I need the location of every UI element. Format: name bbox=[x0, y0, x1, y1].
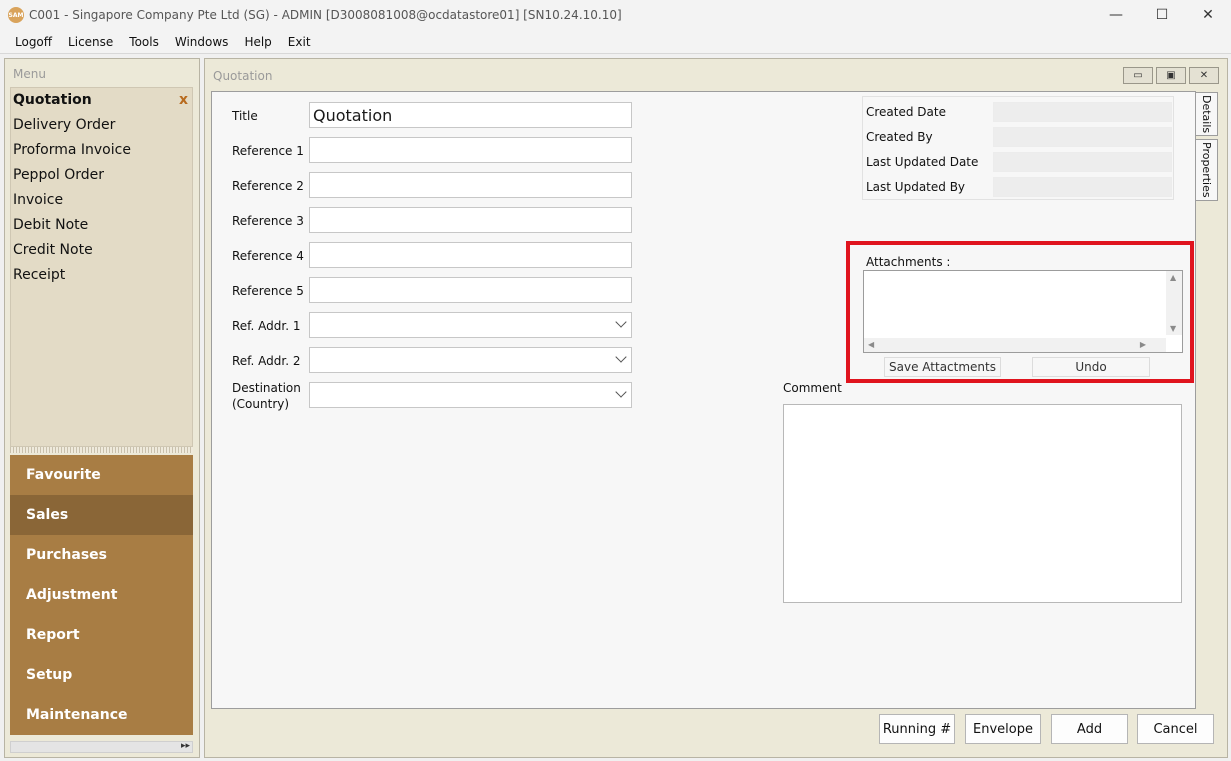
reference-5-label: Reference 5 bbox=[232, 284, 304, 298]
reference-3-input[interactable] bbox=[309, 207, 632, 233]
left-menu-panel: Menu Quotation x Delivery Order Proforma… bbox=[4, 58, 200, 758]
ref-addr-2-select[interactable] bbox=[309, 347, 632, 373]
mdi-minimize-icon[interactable]: ▭ bbox=[1123, 67, 1153, 84]
tab-details[interactable]: Details bbox=[1196, 92, 1218, 136]
maximize-icon[interactable]: ☐ bbox=[1139, 0, 1185, 30]
attachments-hscrollbar[interactable]: ◀ ▶ bbox=[864, 338, 1166, 352]
app-logo-icon: SAM bbox=[8, 7, 24, 23]
last-updated-date-label: Last Updated Date bbox=[866, 155, 979, 169]
running-number-button[interactable]: Running # bbox=[879, 714, 955, 744]
title-input[interactable]: Quotation bbox=[309, 102, 632, 128]
attachments-vscrollbar[interactable]: ▲ ▼ bbox=[1166, 271, 1182, 335]
menu-logoff[interactable]: Logoff bbox=[7, 30, 60, 54]
bottom-action-bar: Running # Envelope Add Cancel bbox=[211, 711, 1221, 753]
reference-3-label: Reference 3 bbox=[232, 214, 304, 228]
last-updated-date-field bbox=[993, 152, 1172, 172]
left-panel-header: Menu bbox=[13, 67, 46, 81]
scroll-right-icon[interactable]: ▸▸ bbox=[181, 741, 190, 751]
title-bar: SAM C001 - Singapore Company Pte Ltd (SG… bbox=[0, 0, 1231, 30]
reference-4-input[interactable] bbox=[309, 242, 632, 268]
scroll-left-icon[interactable]: ◀ bbox=[868, 340, 874, 349]
ref-addr-1-label: Ref. Addr. 1 bbox=[232, 319, 301, 333]
cancel-button[interactable]: Cancel bbox=[1137, 714, 1214, 744]
mdi-restore-icon[interactable]: ▣ bbox=[1156, 67, 1186, 84]
window-header: Quotation ▭ ▣ ✕ bbox=[205, 59, 1227, 89]
close-icon[interactable]: ✕ bbox=[1185, 0, 1231, 30]
close-tab-icon[interactable]: x bbox=[179, 88, 188, 113]
scroll-right-icon[interactable]: ▶ bbox=[1140, 340, 1146, 349]
title-input-value: Quotation bbox=[313, 105, 393, 125]
add-button[interactable]: Add bbox=[1051, 714, 1128, 744]
nav-item-receipt[interactable]: Receipt bbox=[11, 263, 192, 288]
nav-item-quotation[interactable]: Quotation x bbox=[11, 88, 192, 113]
window-controls: — ☐ ✕ bbox=[1093, 0, 1231, 30]
nav-item-credit-note[interactable]: Credit Note bbox=[11, 238, 192, 263]
category-sales[interactable]: Sales bbox=[10, 495, 193, 535]
nav-item-invoice[interactable]: Invoice bbox=[11, 188, 192, 213]
minimize-icon[interactable]: — bbox=[1093, 0, 1139, 30]
reference-2-label: Reference 2 bbox=[232, 179, 304, 193]
menu-exit[interactable]: Exit bbox=[280, 30, 319, 54]
nav-item-label: Quotation bbox=[13, 92, 92, 108]
created-by-label: Created By bbox=[866, 130, 933, 144]
destination-country-select[interactable] bbox=[309, 382, 632, 408]
last-updated-by-label: Last Updated By bbox=[866, 180, 966, 194]
category-setup[interactable]: Setup bbox=[10, 655, 193, 695]
form-area: Title Quotation Reference 1 Reference 2 … bbox=[211, 91, 1196, 709]
chevron-down-icon bbox=[615, 316, 627, 328]
envelope-button[interactable]: Envelope bbox=[965, 714, 1041, 744]
quotation-window: Quotation ▭ ▣ ✕ Title Quotation Referenc… bbox=[204, 58, 1228, 758]
left-scrollbar[interactable]: ▸▸ bbox=[10, 741, 193, 753]
mdi-close-icon[interactable]: ✕ bbox=[1189, 67, 1219, 84]
last-updated-by-field bbox=[993, 177, 1172, 197]
reference-5-input[interactable] bbox=[309, 277, 632, 303]
title-label: Title bbox=[232, 109, 258, 123]
category-adjustment[interactable]: Adjustment bbox=[10, 575, 193, 615]
nav-item-peppol-order[interactable]: Peppol Order bbox=[11, 163, 192, 188]
scroll-up-icon[interactable]: ▲ bbox=[1170, 273, 1176, 282]
category-maintenance[interactable]: Maintenance bbox=[10, 695, 193, 735]
nav-item-debit-note[interactable]: Debit Note bbox=[11, 213, 192, 238]
splitter-grip[interactable] bbox=[10, 447, 193, 453]
ref-addr-1-select[interactable] bbox=[309, 312, 632, 338]
window-header-title: Quotation bbox=[213, 69, 273, 83]
menu-help[interactable]: Help bbox=[236, 30, 279, 54]
created-date-field bbox=[993, 102, 1172, 122]
comment-label: Comment bbox=[783, 381, 842, 395]
category-favourite[interactable]: Favourite bbox=[10, 455, 193, 495]
scroll-down-icon[interactable]: ▼ bbox=[1170, 324, 1176, 333]
attachments-label: Attachments : bbox=[866, 255, 951, 269]
chevron-down-icon bbox=[615, 351, 627, 363]
category-report[interactable]: Report bbox=[10, 615, 193, 655]
reference-1-input[interactable] bbox=[309, 137, 632, 163]
nav-item-proforma-invoice[interactable]: Proforma Invoice bbox=[11, 138, 192, 163]
menu-windows[interactable]: Windows bbox=[167, 30, 237, 54]
tab-properties[interactable]: Properties bbox=[1196, 139, 1218, 201]
comment-textarea[interactable] bbox=[783, 404, 1182, 603]
destination-label-line1: Destination bbox=[232, 381, 301, 395]
reference-1-label: Reference 1 bbox=[232, 144, 304, 158]
created-date-label: Created Date bbox=[866, 105, 946, 119]
mdi-controls: ▭ ▣ ✕ bbox=[1123, 67, 1219, 84]
chevron-down-icon bbox=[615, 386, 627, 398]
attachments-list[interactable]: ▲ ▼ ◀ ▶ bbox=[863, 270, 1183, 353]
destination-label: Destination (Country) bbox=[232, 380, 301, 412]
menu-license[interactable]: License bbox=[60, 30, 121, 54]
undo-button[interactable]: Undo bbox=[1032, 357, 1150, 377]
ref-addr-2-label: Ref. Addr. 2 bbox=[232, 354, 301, 368]
menu-tools[interactable]: Tools bbox=[121, 30, 167, 54]
reference-2-input[interactable] bbox=[309, 172, 632, 198]
created-by-field bbox=[993, 127, 1172, 147]
nav-list: Quotation x Delivery Order Proforma Invo… bbox=[10, 87, 193, 447]
reference-4-label: Reference 4 bbox=[232, 249, 304, 263]
category-list: Favourite Sales Purchases Adjustment Rep… bbox=[10, 455, 193, 735]
destination-label-line2: (Country) bbox=[232, 397, 290, 411]
window-title: C001 - Singapore Company Pte Ltd (SG) - … bbox=[29, 8, 622, 22]
nav-item-delivery-order[interactable]: Delivery Order bbox=[11, 113, 192, 138]
save-attachments-button[interactable]: Save Attactments bbox=[884, 357, 1001, 377]
category-purchases[interactable]: Purchases bbox=[10, 535, 193, 575]
menu-bar: Logoff License Tools Windows Help Exit bbox=[0, 30, 1231, 54]
